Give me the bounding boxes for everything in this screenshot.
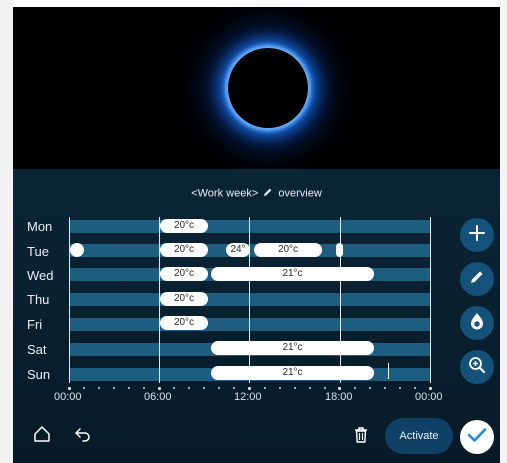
time-axis-tick [308, 387, 311, 389]
schedule-panel: <Work week> overview Mon Tue Wed Thu Fri… [13, 169, 500, 463]
day-label-tue: Tue [27, 244, 49, 259]
time-axis-tick [293, 387, 296, 389]
time-axis-tick [428, 386, 432, 390]
schedule-block-wed-1[interactable]: 20°c [160, 267, 208, 281]
current-time-marker [388, 363, 389, 379]
time-axis-tick [368, 387, 371, 389]
time-axis-tick [233, 387, 236, 389]
top-display [13, 7, 500, 169]
grid-line-1800 [340, 217, 341, 383]
add-button[interactable] [460, 218, 494, 252]
pencil-icon [469, 269, 485, 290]
header-program-name: <Work week> [191, 187, 259, 200]
time-label-0600: 06:00 [144, 391, 172, 403]
time-axis-tick [203, 387, 206, 389]
trash-icon [354, 426, 368, 448]
schedule-block-tue-1[interactable]: 20°c [160, 243, 208, 257]
time-axis-tick [188, 387, 191, 389]
schedule-block-tue-2[interactable]: 24° [226, 243, 250, 257]
time-axis-tick [383, 387, 386, 389]
time-axis-tick [338, 386, 342, 390]
time-axis-tick [248, 386, 251, 390]
time-axis-tick [263, 387, 266, 389]
activate-button[interactable]: Activate [385, 418, 453, 454]
pencil-icon [263, 187, 273, 200]
schedule-block-mon-1[interactable]: 20°c [160, 219, 208, 233]
time-label-2400: 00:00 [415, 391, 443, 403]
checkmark-icon [467, 427, 487, 448]
time-label-1800: 18:00 [325, 391, 353, 403]
heating-mode-button[interactable] [460, 306, 494, 340]
plus-icon [468, 224, 486, 247]
time-axis-tick [83, 387, 86, 389]
right-border [500, 0, 507, 463]
left-border [0, 0, 13, 463]
time-axis-tick [157, 386, 161, 390]
tue-end-handle[interactable] [336, 243, 343, 257]
day-label-sat: Sat [27, 342, 47, 357]
time-axis-tick [98, 387, 101, 389]
back-arrow-icon [74, 425, 92, 448]
time-axis-tick [113, 387, 116, 389]
day-label-mon: Mon [27, 219, 53, 234]
time-axis-tick [218, 387, 221, 389]
confirm-button[interactable] [460, 420, 494, 454]
day-label-sun: Sun [27, 367, 51, 382]
time-axis-tick [173, 387, 176, 389]
grid-line-1200 [249, 217, 250, 383]
zoom-in-icon [468, 356, 486, 379]
time-axis-tick [128, 387, 131, 389]
schedule-block-fri-1[interactable]: 20°c [160, 316, 208, 330]
schedule-block-wed-2[interactable]: 21°c [211, 267, 374, 281]
tue-start-handle[interactable] [70, 243, 84, 257]
edit-button[interactable] [460, 262, 494, 296]
delete-button[interactable] [352, 426, 370, 448]
time-axis-tick [398, 387, 401, 389]
time-axis-tick [323, 387, 326, 389]
day-label-thu: Thu [27, 292, 50, 307]
schedule-header: <Work week> overview [13, 187, 500, 200]
schedule-block-thu-1[interactable]: 20°c [160, 292, 208, 306]
flame-icon [469, 312, 485, 335]
schedule-block-sat-1[interactable]: 21°c [211, 341, 374, 355]
home-icon [33, 425, 51, 448]
time-label-0000: 00:00 [54, 391, 82, 403]
glow-ring-indicator [228, 48, 308, 128]
thermostat-screen: <Work week> overview Mon Tue Wed Thu Fri… [0, 0, 507, 463]
schedule-block-sun-1[interactable]: 21°c [211, 366, 374, 380]
time-axis-tick [143, 387, 146, 389]
header-title: overview [278, 187, 322, 200]
day-label-wed: Wed [27, 268, 54, 283]
time-axis-tick [67, 386, 71, 390]
activate-label: Activate [399, 430, 439, 442]
time-axis-tick [353, 387, 356, 389]
time-label-1200: 12:00 [234, 391, 262, 403]
home-button[interactable] [32, 425, 52, 448]
time-axis-tick [413, 387, 416, 389]
zoom-button[interactable] [460, 350, 494, 384]
time-axis-tick [278, 387, 281, 389]
day-label-fri: Fri [27, 317, 43, 332]
grid-line-2400 [430, 217, 431, 383]
schedule-block-tue-3[interactable]: 20°c [254, 243, 322, 257]
grid-line-0000 [69, 217, 70, 383]
back-button[interactable] [73, 426, 93, 446]
